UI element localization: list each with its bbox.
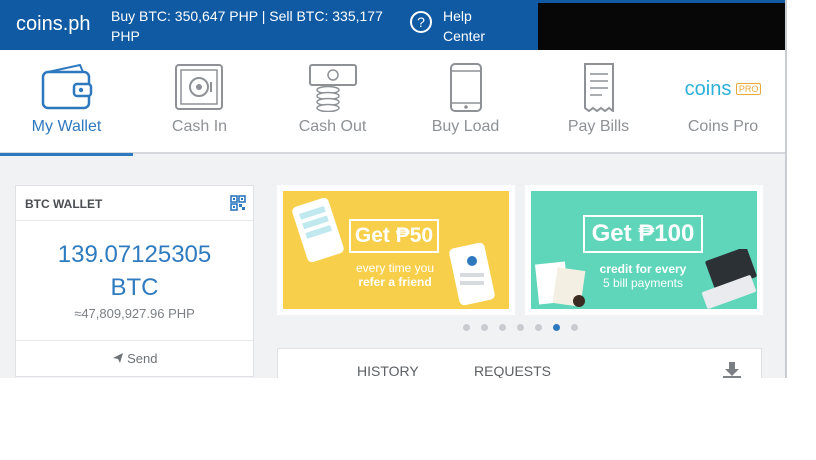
window-edge <box>785 0 787 378</box>
nav-label: Cash Out <box>298 118 367 135</box>
promo-subtext: credit for every 5 bill payments <box>599 262 687 290</box>
nav-label: Cash In <box>171 118 228 135</box>
carousel-dot[interactable] <box>535 324 542 331</box>
help-icon[interactable]: ? <box>410 11 432 33</box>
promo-banner-referral[interactable]: Get ₱50 every time you refer a friend <box>277 185 515 315</box>
wallet-icon <box>41 63 93 110</box>
promo-headline: Get ₱50 <box>349 219 439 253</box>
coins-ph-logo[interactable]: coins.ph <box>16 13 91 36</box>
nav-my-wallet[interactable]: My Wallet <box>0 50 133 156</box>
phone-illustration <box>449 242 495 306</box>
nav-cash-out[interactable]: Cash Out <box>266 50 399 154</box>
phone-icon <box>450 63 482 112</box>
php-equivalent: ≈47,809,927.96 PHP <box>74 306 195 321</box>
tab-requests[interactable]: REQUESTS <box>474 363 551 378</box>
nav-buy-load[interactable]: Buy Load <box>399 50 532 154</box>
carousel-dot-active[interactable] <box>553 324 560 331</box>
carousel-dot[interactable] <box>481 324 488 331</box>
bills-illustration <box>534 261 586 307</box>
banner-artwork: Get ₱50 every time you refer a friend <box>283 191 509 309</box>
carousel-dot[interactable] <box>499 324 506 331</box>
wallet-card-header: BTC WALLET <box>16 186 253 221</box>
tab-history[interactable]: HISTORY <box>357 363 419 378</box>
bill-icon <box>584 63 614 112</box>
qr-code-icon[interactable] <box>230 195 246 211</box>
safe-icon <box>175 64 223 110</box>
app-window: coins.ph Buy BTC: 350,647 PHP | Sell BTC… <box>0 0 786 378</box>
download-icon[interactable] <box>722 360 742 378</box>
top-header: coins.ph Buy BTC: 350,647 PHP | Sell BTC… <box>0 0 786 50</box>
promo-subtext: every time you refer a friend <box>355 261 435 289</box>
main-nav: My Wallet Cash In Cash Out Buy Load Pay … <box>0 50 786 156</box>
btc-balance: 139.07125305 <box>57 241 212 268</box>
btc-rates: Buy BTC: 350,647 PHP | Sell BTC: 335,177… <box>111 8 383 44</box>
redacted-account-area <box>538 3 786 50</box>
coins-pro-logo: coins PRO <box>665 78 781 101</box>
nav-label: My Wallet <box>31 118 102 135</box>
wallet-title: BTC WALLET <box>25 197 103 211</box>
nav-label: Pay Bills <box>567 118 630 135</box>
phone-illustration <box>292 197 344 263</box>
carousel-dot[interactable] <box>571 324 578 331</box>
help-center-link[interactable]: Help Center <box>443 6 513 46</box>
send-icon <box>112 353 123 363</box>
nav-pay-bills[interactable]: Pay Bills <box>532 50 665 154</box>
nav-coins-pro[interactable]: coins PRO Coins Pro <box>665 50 781 154</box>
promo-banner-bills[interactable]: Get ₱100 credit for every 5 bill payment… <box>525 185 763 315</box>
cash-out-icon <box>309 64 357 112</box>
send-button[interactable]: Send <box>16 351 253 366</box>
banner-artwork: Get ₱100 credit for every 5 bill payment… <box>531 191 757 309</box>
btc-unit: BTC <box>110 274 159 301</box>
nav-label: Buy Load <box>431 118 500 135</box>
send-label: Send <box>127 351 158 366</box>
btc-wallet-card: BTC WALLET 139.07125305 BTC ≈47,809,927.… <box>15 185 254 377</box>
history-card: HISTORY REQUESTS <box>277 348 762 378</box>
wallet-card-footer: Send <box>16 340 253 378</box>
carousel-dot[interactable] <box>463 324 470 331</box>
promo-headline: Get ₱100 <box>583 215 703 253</box>
nav-label: Coins Pro <box>687 118 759 135</box>
laptop-illustration <box>702 249 757 309</box>
carousel-dot[interactable] <box>517 324 524 331</box>
nav-cash-in[interactable]: Cash In <box>133 50 266 154</box>
